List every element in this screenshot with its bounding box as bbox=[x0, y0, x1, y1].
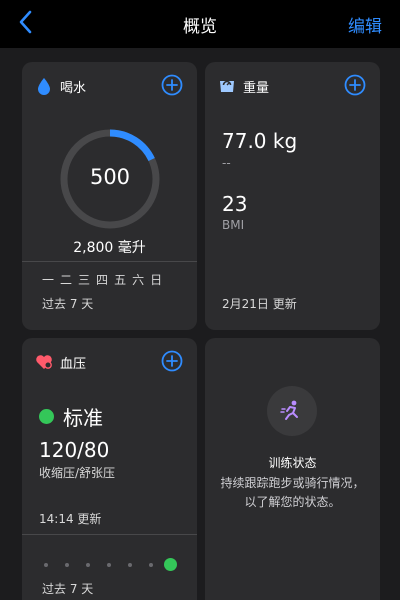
weekday-label: 二 bbox=[60, 273, 73, 287]
weekday-label: 六 bbox=[132, 273, 145, 287]
weight-card[interactable]: 重量 77.0 kg -- 23 BMI 2月21日 更新 bbox=[205, 62, 380, 330]
edit-button[interactable]: 编辑 bbox=[348, 12, 382, 37]
blood-pressure-reading: 120/80 bbox=[39, 438, 110, 462]
bmi-label: BMI bbox=[222, 218, 245, 232]
day-dot-active bbox=[164, 558, 177, 571]
blood-pressure-reading-label: 收缩压/舒张压 bbox=[39, 466, 116, 480]
weekday-label: 四 bbox=[96, 273, 109, 287]
blood-pressure-card-title: 血压 bbox=[60, 356, 87, 372]
add-weight-button[interactable] bbox=[344, 74, 366, 96]
status-dot bbox=[39, 409, 54, 424]
weight-value: 77.0 kg bbox=[222, 129, 298, 153]
dashboard-grid: 喝水 500 2,800 毫升 一二三四五六日 过去 7 天 重量 77.0 k… bbox=[0, 48, 400, 600]
divider bbox=[22, 534, 197, 535]
day-dot bbox=[107, 563, 111, 567]
scale-icon bbox=[220, 80, 234, 92]
add-water-button[interactable] bbox=[161, 74, 183, 96]
blood-pressure-card-header: 血压 bbox=[34, 351, 86, 373]
blood-pressure-period-label: 过去 7 天 bbox=[42, 582, 94, 596]
weight-change: -- bbox=[222, 156, 231, 170]
runner-icon bbox=[280, 400, 298, 420]
day-dot bbox=[44, 563, 48, 567]
day-dot bbox=[86, 563, 90, 567]
water-goal: 2,800 毫升 bbox=[73, 240, 146, 256]
day-dot bbox=[128, 563, 132, 567]
bmi-value: 23 bbox=[222, 192, 248, 216]
water-period-label: 过去 7 天 bbox=[42, 297, 94, 311]
weekday-label: 一 bbox=[42, 273, 55, 287]
water-card[interactable]: 喝水 500 2,800 毫升 一二三四五六日 过去 7 天 bbox=[22, 62, 197, 330]
weight-updated: 2月21日 更新 bbox=[222, 297, 297, 311]
heart-icon bbox=[36, 355, 52, 369]
weekday-label: 五 bbox=[114, 273, 127, 287]
day-dot bbox=[149, 563, 153, 567]
blood-pressure-status: 标准 bbox=[39, 402, 103, 431]
training-icon-badge bbox=[267, 386, 317, 436]
water-card-title: 喝水 bbox=[60, 80, 87, 96]
add-blood-pressure-button[interactable] bbox=[161, 350, 183, 372]
divider bbox=[22, 261, 197, 262]
blood-pressure-card[interactable]: 血压 标准 120/80 收缩压/舒张压 14:14 更新 过去 7 天 bbox=[22, 338, 197, 600]
page-title: 概览 bbox=[183, 17, 217, 37]
water-card-header: 喝水 bbox=[34, 75, 86, 97]
blood-pressure-updated: 14:14 更新 bbox=[39, 512, 102, 526]
weekday-label: 三 bbox=[78, 273, 91, 287]
water-drop-icon bbox=[38, 78, 50, 95]
day-dot bbox=[65, 563, 69, 567]
weekday-label: 日 bbox=[150, 273, 163, 287]
water-intake-value: 500 bbox=[89, 165, 131, 189]
blood-pressure-status-label: 标准 bbox=[63, 406, 103, 430]
top-navigation-bar: 概览 编辑 bbox=[0, 0, 400, 48]
training-status-description: 持续跟踪跑步或骑行情况，以了解您的状态。 bbox=[220, 476, 365, 509]
weekday-labels: 一二三四五六日 bbox=[42, 271, 162, 288]
training-status-card[interactable]: 训练状态 持续跟踪跑步或骑行情况，以了解您的状态。 bbox=[205, 338, 380, 600]
blood-pressure-week-dots bbox=[44, 558, 177, 572]
training-status-title: 训练状态 bbox=[268, 456, 317, 470]
weight-card-header: 重量 bbox=[217, 75, 269, 97]
weight-card-title: 重量 bbox=[243, 80, 270, 96]
